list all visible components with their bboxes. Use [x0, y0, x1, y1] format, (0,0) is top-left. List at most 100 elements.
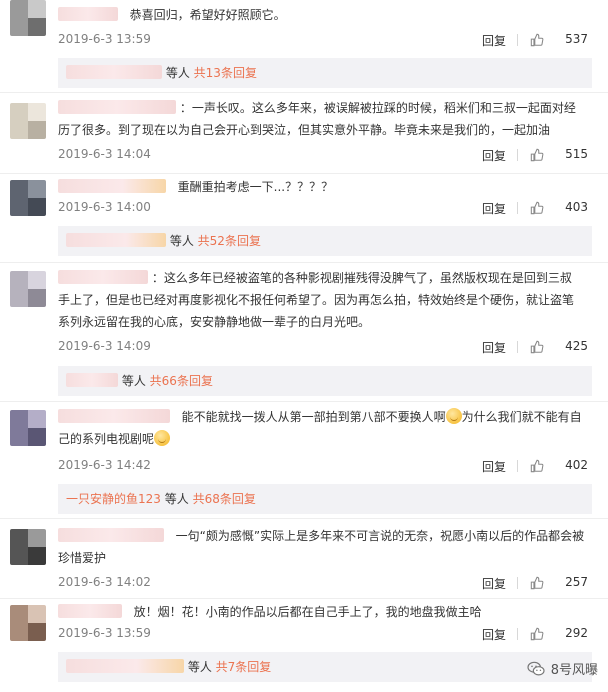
- thumbs-up-icon: [530, 340, 544, 354]
- like-button[interactable]: 515: [526, 147, 588, 162]
- comment-meta: 2019-6-3 13:59 回复 537: [58, 32, 588, 50]
- like-button[interactable]: 402: [526, 458, 588, 473]
- username-blurred[interactable]: [58, 7, 118, 21]
- comment-item: 重酬重拍考虑一下...？？？？ 2019-6-3 14:00 回复 403 等人…: [0, 174, 608, 260]
- comment-meta: 2019-6-3 14:09 回复 425: [58, 339, 588, 357]
- divider: [517, 149, 518, 161]
- sub-replies-bar[interactable]: 等人 共66条回复: [58, 366, 592, 396]
- username-blurred[interactable]: [58, 100, 176, 114]
- username-blurred: [66, 65, 162, 79]
- sub-replies-bar[interactable]: 等人 共52条回复: [58, 226, 592, 256]
- thumbs-up-icon: [530, 627, 544, 641]
- like-count: 537: [565, 32, 588, 46]
- comment-text: 放！烟！花！小南的作品以后都在自己手上了，我的地盘我做主哈: [58, 601, 588, 623]
- avatar[interactable]: [10, 529, 46, 565]
- sub-replies-bar[interactable]: 一只安静的鱼123 等人 共68条回复: [58, 484, 592, 514]
- comment-text: 一句“颇为感慨”实际上是多年来不可言说的无奈，祝愿小南以后的作品都会被: [58, 525, 588, 547]
- sub-reply-username[interactable]: 一只安静的鱼123: [66, 492, 161, 506]
- username-blurred[interactable]: [58, 179, 166, 193]
- reply-button[interactable]: 回复: [482, 626, 506, 643]
- reply-button[interactable]: 回复: [482, 575, 506, 592]
- comment-text: ：这么多年已经被盗笔的各种影视剧摧残得没脾气了，虽然版权现在是回到三叔: [58, 267, 588, 289]
- divider: [517, 202, 518, 214]
- reply-count-link[interactable]: 共66条回复: [150, 374, 213, 388]
- like-count: 292: [565, 626, 588, 640]
- username-blurred[interactable]: [58, 409, 170, 423]
- comment-item: 能不能就找一拨人从第一部拍到第八部不要换人啊 为什么我们就不能有自 己的系列电视剧…: [0, 402, 608, 516]
- reply-count-link[interactable]: 共13条回复: [194, 66, 257, 80]
- timestamp: 2019-6-3 13:59: [58, 626, 151, 640]
- thumbs-up-icon: [530, 33, 544, 47]
- timestamp: 2019-6-3 14:42: [58, 458, 151, 472]
- timestamp: 2019-6-3 13:59: [58, 32, 151, 46]
- username-blurred[interactable]: [58, 528, 164, 542]
- avatar[interactable]: [10, 103, 46, 139]
- reply-count-link[interactable]: 共7条回复: [216, 660, 272, 674]
- like-button[interactable]: 403: [526, 200, 588, 215]
- reply-button[interactable]: 回复: [482, 339, 506, 356]
- avatar[interactable]: [10, 0, 46, 36]
- avatar[interactable]: [10, 271, 46, 307]
- username-blurred: [66, 659, 184, 673]
- timestamp: 2019-6-3 14:00: [58, 200, 151, 214]
- sub-replies-bar[interactable]: 等人 共7条回复: [58, 652, 592, 682]
- thumbs-up-icon: [530, 201, 544, 215]
- comment-item: ：这么多年已经被盗笔的各种影视剧摧残得没脾气了，虽然版权现在是回到三叔 手上了，…: [0, 263, 608, 399]
- divider: [517, 577, 518, 589]
- like-count: 425: [565, 339, 588, 353]
- comment-text-line: 系列永远留在我的心底，安安静静地做一辈子的白月光吧。: [58, 315, 371, 329]
- emoji-icon: [154, 430, 171, 446]
- like-button[interactable]: 292: [526, 626, 588, 641]
- username-blurred: [66, 373, 118, 387]
- timestamp: 2019-6-3 14:02: [58, 575, 151, 589]
- like-count: 257: [565, 575, 588, 589]
- reply-button[interactable]: 回复: [482, 458, 506, 475]
- divider: [517, 628, 518, 640]
- comment-meta: 2019-6-3 14:04 回复 515: [58, 147, 588, 165]
- comment-text-line: 珍惜爱护: [58, 551, 107, 565]
- avatar[interactable]: [10, 605, 46, 641]
- comment-meta: 2019-6-3 14:00 回复 403: [58, 200, 588, 218]
- comment-text-line: 手上了，但是也已经对再度影视化不报任何希望了。因为再怎么拍，特效始终是个硬伤，就…: [58, 293, 575, 307]
- like-button[interactable]: 537: [526, 32, 588, 47]
- comment-text: 重酬重拍考虑一下...？？？？: [58, 176, 588, 198]
- comment-item: ：一声长叹。这么多年来，被误解被拉踩的时候，稻米们和三叔一起面对经 历了很多。到…: [0, 93, 608, 173]
- divider: [517, 34, 518, 46]
- thumbs-up-icon: [530, 148, 544, 162]
- like-button[interactable]: 425: [526, 339, 588, 354]
- timestamp: 2019-6-3 14:09: [58, 339, 151, 353]
- like-button[interactable]: 257: [526, 575, 588, 590]
- username-blurred[interactable]: [58, 604, 122, 618]
- timestamp: 2019-6-3 14:04: [58, 147, 151, 161]
- comment-meta: 2019-6-3 14:02 回复 257: [58, 575, 588, 593]
- comment-item: 恭喜回归，希望好好照顾它。 2019-6-3 13:59 回复 537 等人 共…: [0, 0, 608, 92]
- watermark: 8号风曝: [527, 659, 598, 678]
- avatar[interactable]: [10, 180, 46, 216]
- like-count: 403: [565, 200, 588, 214]
- comment-text: 能不能就找一拨人从第一部拍到第八部不要换人啊 为什么我们就不能有自: [58, 406, 588, 428]
- thumbs-up-icon: [530, 576, 544, 590]
- comment-item: 一句“颇为感慨”实际上是多年来不可言说的无奈，祝愿小南以后的作品都会被 珍惜爱护…: [0, 519, 608, 599]
- like-count: 515: [565, 147, 588, 161]
- reply-button[interactable]: 回复: [482, 147, 506, 164]
- comment-item: 放！烟！花！小南的作品以后都在自己手上了，我的地盘我做主哈 2019-6-3 1…: [0, 599, 608, 692]
- sub-replies-bar[interactable]: 等人 共13条回复: [58, 58, 592, 88]
- avatar[interactable]: [10, 410, 46, 446]
- reply-count-link[interactable]: 共68条回复: [193, 492, 256, 506]
- like-count: 402: [565, 458, 588, 472]
- reply-button[interactable]: 回复: [482, 32, 506, 49]
- comment-text-line: 己的系列电视剧呢: [58, 428, 588, 450]
- reply-count-link[interactable]: 共52条回复: [198, 234, 261, 248]
- comment-meta: 2019-6-3 13:59 回复 292: [58, 626, 588, 644]
- wechat-icon: [527, 661, 545, 676]
- comment-text-line: 历了很多。到了现在以为自己会开心到哭泣，但其实意外平静。毕竟未来是我们的，一起加…: [58, 123, 551, 137]
- divider: [517, 341, 518, 353]
- comment-text: ：一声长叹。这么多年来，被误解被拉踩的时候，稻米们和三叔一起面对经: [58, 97, 588, 119]
- comment-text: 恭喜回归，希望好好照顾它。: [58, 4, 588, 26]
- username-blurred: [66, 233, 166, 247]
- divider: [517, 460, 518, 472]
- username-blurred[interactable]: [58, 270, 148, 284]
- comment-meta: 2019-6-3 14:42 回复 402: [58, 458, 588, 476]
- emoji-icon: [445, 408, 462, 424]
- reply-button[interactable]: 回复: [482, 200, 506, 217]
